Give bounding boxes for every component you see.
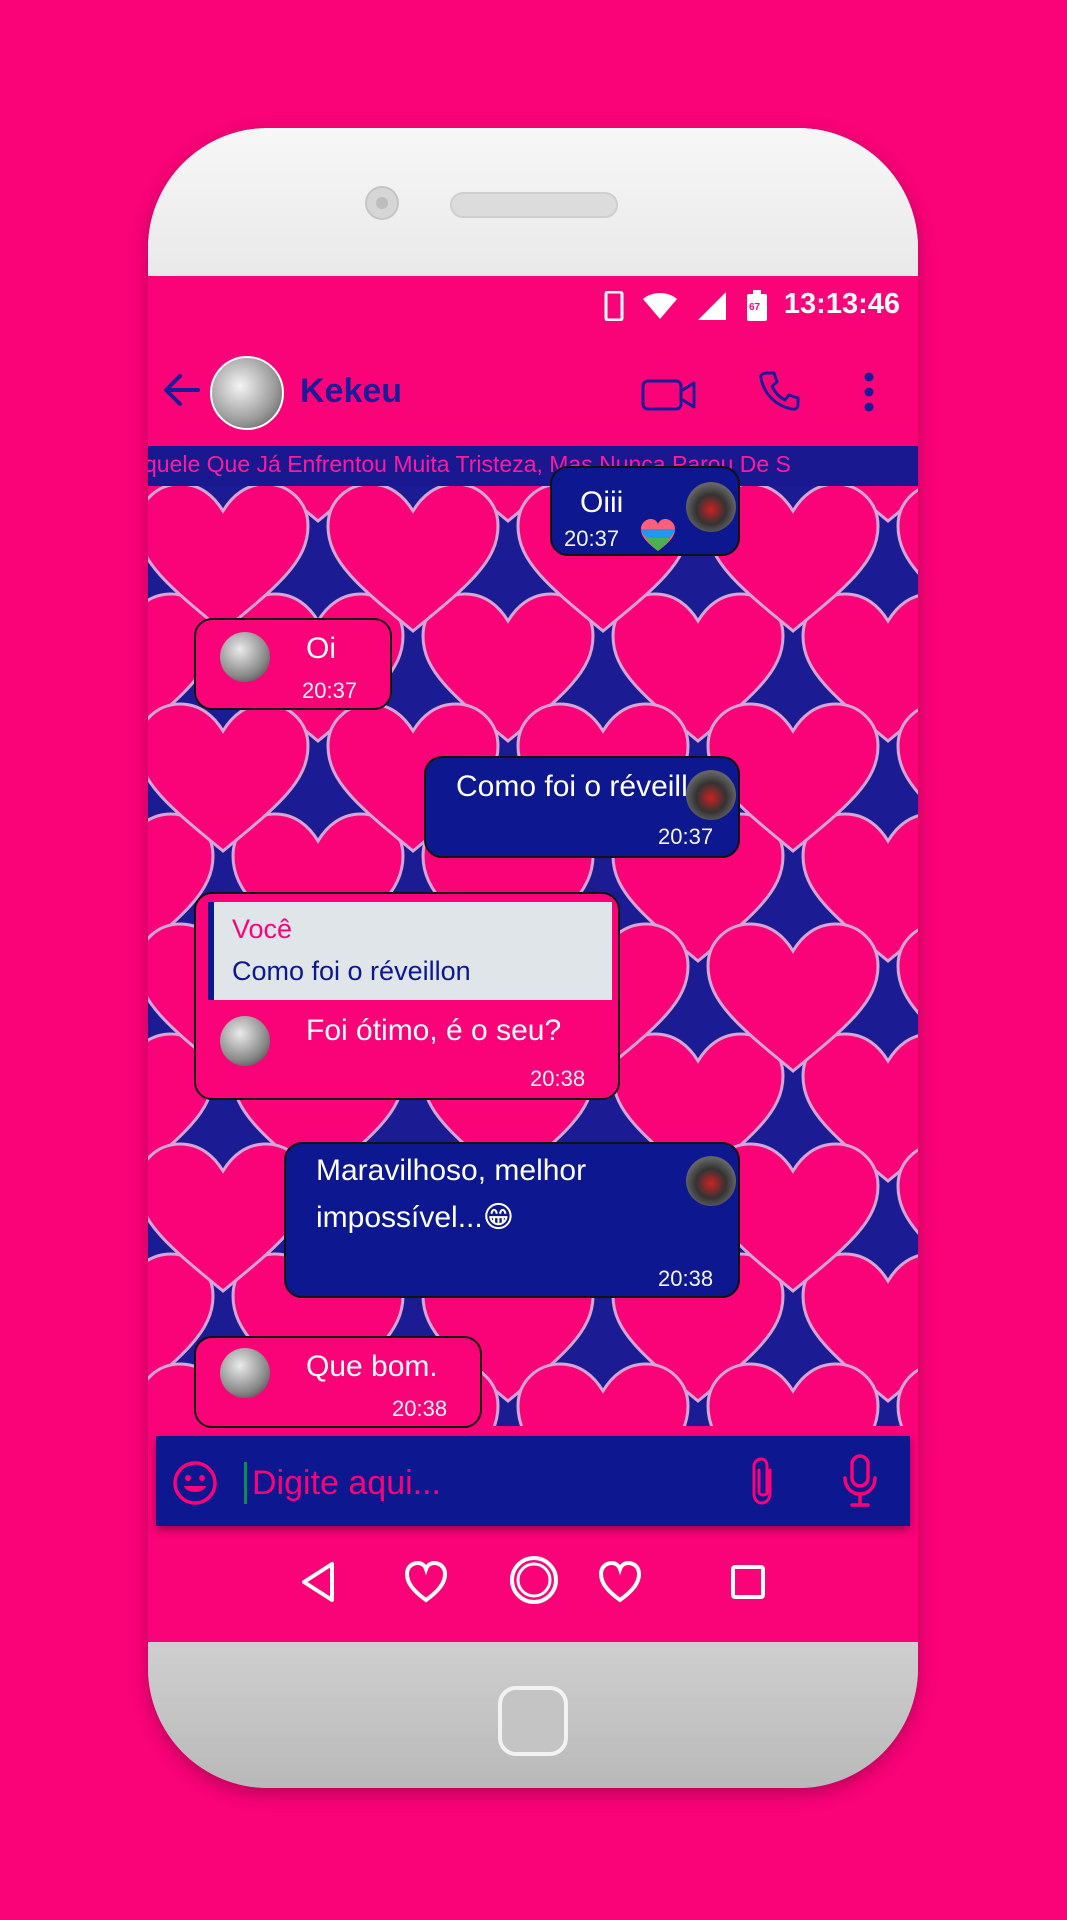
- message-time: 20:37: [564, 526, 620, 551]
- status-bar: 67 13:13:46: [148, 276, 918, 336]
- phone-bottom-bezel: [148, 1642, 918, 1788]
- hardware-home-button[interactable]: [498, 1686, 568, 1756]
- message-text: Que bom.: [306, 1350, 438, 1383]
- message-avatar: [686, 482, 736, 532]
- contact-avatar[interactable]: [210, 356, 284, 430]
- nav-home-icon[interactable]: [508, 1554, 560, 1606]
- video-camera-icon[interactable]: [640, 376, 698, 414]
- cell-signal-icon: [698, 292, 726, 320]
- message-text-line-1: Maravilhoso, melhor: [316, 1154, 587, 1187]
- message-time: 20:37: [658, 824, 714, 849]
- microphone-icon[interactable]: [842, 1454, 878, 1508]
- message-composer: Digite aqui...: [156, 1436, 910, 1526]
- message-text: Oiii: [580, 486, 624, 519]
- text-caret: [244, 1462, 247, 1504]
- nav-heart-right-icon[interactable]: [598, 1560, 642, 1604]
- system-nav-bar: [148, 1526, 918, 1642]
- message-time: 20:38: [658, 1266, 714, 1291]
- battery-level: 67: [749, 302, 761, 313]
- earpiece-speaker: [450, 192, 618, 218]
- battery-icon: 67: [746, 290, 768, 322]
- message-bubble-outgoing[interactable]: Oiii 20:37: [550, 466, 740, 556]
- message-avatar: [686, 770, 736, 820]
- contact-name[interactable]: Kekeu: [300, 372, 402, 411]
- message-input[interactable]: Digite aqui...: [252, 1464, 441, 1503]
- wifi-icon: [643, 293, 677, 319]
- chat-area[interactable]: Oiii 20:37 Oi 20:37 Como foi o réveillon…: [148, 466, 918, 1428]
- message-avatar: [686, 1156, 736, 1206]
- message-time: 20:38: [392, 1396, 448, 1421]
- phone-top-bezel: [148, 128, 918, 276]
- message-text: Oi: [306, 632, 336, 665]
- message-bubble-incoming[interactable]: Oi 20:37: [194, 618, 392, 710]
- nav-back-icon[interactable]: [298, 1560, 338, 1604]
- chat-header: Kekeu: [148, 336, 918, 446]
- quoted-reply-text: Como foi o réveillon: [232, 956, 471, 986]
- more-vertical-icon[interactable]: [863, 372, 875, 412]
- arrow-left-icon[interactable]: [162, 370, 202, 410]
- nav-recents-icon[interactable]: [730, 1564, 766, 1600]
- phone-outline-icon: [604, 291, 624, 321]
- status-banner: quele Que Já Enfrentou Muita Tristeza, M…: [148, 446, 918, 486]
- screen: 67 13:13:46 Kekeu quele Que Já Enfrentou…: [148, 276, 918, 1642]
- message-bubble-incoming[interactable]: Você Como foi o réveillon Foi ótimo, é o…: [194, 892, 620, 1100]
- front-camera: [365, 186, 399, 220]
- message-avatar: [220, 1016, 270, 1066]
- message-time: 20:38: [530, 1066, 586, 1091]
- phone-frame: 67 13:13:46 Kekeu quele Que Já Enfrentou…: [148, 128, 918, 1788]
- emoji-icon[interactable]: [172, 1460, 218, 1506]
- rainbow-heart-icon: [641, 519, 675, 551]
- message-text: Como foi o réveillon: [456, 770, 722, 803]
- quoted-reply[interactable]: Você Como foi o réveillon: [208, 902, 612, 1000]
- message-time: 20:37: [302, 678, 358, 703]
- message-avatar: [220, 1348, 270, 1398]
- nav-heart-left-icon[interactable]: [404, 1560, 448, 1604]
- message-text: Foi ótimo, é o seu?: [306, 1014, 562, 1047]
- message-text-line-2: impossível...😁: [316, 1201, 514, 1234]
- paperclip-icon[interactable]: [748, 1456, 778, 1506]
- clock: 13:13:46: [783, 288, 900, 320]
- message-avatar: [220, 632, 270, 682]
- status-icons: 67: [604, 290, 768, 322]
- quoted-reply-author: Você: [232, 914, 293, 944]
- message-bubble-outgoing[interactable]: Como foi o réveillon 20:37: [424, 756, 740, 858]
- message-bubble-outgoing[interactable]: Maravilhoso, melhor impossível...😁 20:38: [284, 1142, 740, 1298]
- phone-icon[interactable]: [758, 370, 800, 412]
- message-bubble-incoming[interactable]: Que bom. 20:38: [194, 1336, 482, 1428]
